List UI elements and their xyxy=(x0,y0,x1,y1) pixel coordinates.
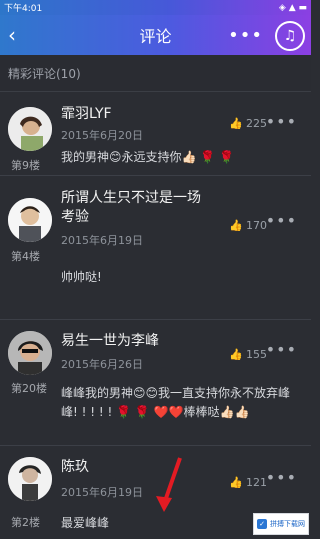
comment-more-button[interactable]: ••• xyxy=(266,468,297,487)
thumb-up-icon: 👍 xyxy=(229,476,243,489)
comment-item: 第20楼 易生一世为李峰 2015年6月26日 👍 155 ••• 峰峰我的男神… xyxy=(0,320,311,446)
like-button[interactable]: 👍 121 xyxy=(229,476,267,489)
comments-section-header: 精彩评论(10) xyxy=(0,55,311,92)
floor-label: 第4楼 xyxy=(11,250,40,263)
more-menu-button[interactable]: ••• xyxy=(228,25,263,46)
watermark-text: 拼搏下载网 xyxy=(270,520,305,528)
comment-date: 2015年6月20日 xyxy=(61,129,143,142)
header: ‹ 评论 ••• ♫ xyxy=(0,15,311,55)
comment-author[interactable]: 陈玖 xyxy=(61,458,89,477)
like-button[interactable]: 👍 155 xyxy=(229,348,267,361)
like-button[interactable]: 👍 225 xyxy=(229,117,267,130)
comment-author[interactable]: 霏羽LYF xyxy=(61,105,112,124)
music-icon[interactable]: ♫ xyxy=(275,21,305,51)
comment-item: 第4楼 所谓人生只不过是一场考验 2015年6月19日 👍 170 ••• 帅帅… xyxy=(0,176,311,320)
like-count: 225 xyxy=(246,117,267,130)
thumb-up-icon: 👍 xyxy=(229,348,243,361)
comments-count-label: 精彩评论(10) xyxy=(8,66,81,81)
comment-text: 帅帅哒! xyxy=(61,270,102,284)
comment-more-button[interactable]: ••• xyxy=(266,211,297,230)
comment-date: 2015年6月26日 xyxy=(61,358,143,371)
comment-date: 2015年6月19日 xyxy=(61,234,143,247)
like-count: 170 xyxy=(246,219,267,232)
avatar[interactable] xyxy=(8,457,52,501)
comment-text: 峰峰我的男神😊😊我一直支持你永不放弃峰峰! ! ! ! ! 🌹 🌹 ❤️❤️棒棒… xyxy=(61,386,291,419)
floor-label: 第2楼 xyxy=(11,516,40,529)
like-count: 121 xyxy=(246,476,267,489)
comment-item: 第9楼 霏羽LYF 2015年6月20日 👍 225 ••• 我的男神😊永远支持… xyxy=(0,92,311,176)
comment-date: 2015年6月19日 xyxy=(61,486,143,499)
watermark-icon: ✓ xyxy=(257,519,267,529)
status-bar: 下午4:01 ◈ ▲ ▬ xyxy=(0,0,311,15)
comment-more-button[interactable]: ••• xyxy=(266,112,297,131)
thumb-up-icon: 👍 xyxy=(229,219,243,232)
avatar[interactable] xyxy=(8,331,52,375)
red-arrow-icon xyxy=(156,457,182,512)
status-time: 下午4:01 xyxy=(4,4,43,14)
status-indicators: ◈ ▲ ▬ xyxy=(278,2,307,13)
avatar[interactable] xyxy=(8,107,52,151)
page-title: 评论 xyxy=(139,27,172,46)
comment-author[interactable]: 所谓人生只不过是一场考验 xyxy=(61,189,211,227)
comment-text: 我的男神😊永远支持你👍🏻 🌹 🌹 xyxy=(61,150,234,164)
comment-more-button[interactable]: ••• xyxy=(266,340,297,359)
comment-author[interactable]: 易生一世为李峰 xyxy=(61,332,159,351)
floor-label: 第20楼 xyxy=(11,382,47,395)
like-button[interactable]: 👍 170 xyxy=(229,219,267,232)
thumb-up-icon: 👍 xyxy=(229,117,243,130)
avatar[interactable] xyxy=(8,198,52,242)
watermark: ✓ 拼搏下载网 xyxy=(253,513,309,535)
floor-label: 第9楼 xyxy=(11,159,40,172)
like-count: 155 xyxy=(246,348,267,361)
